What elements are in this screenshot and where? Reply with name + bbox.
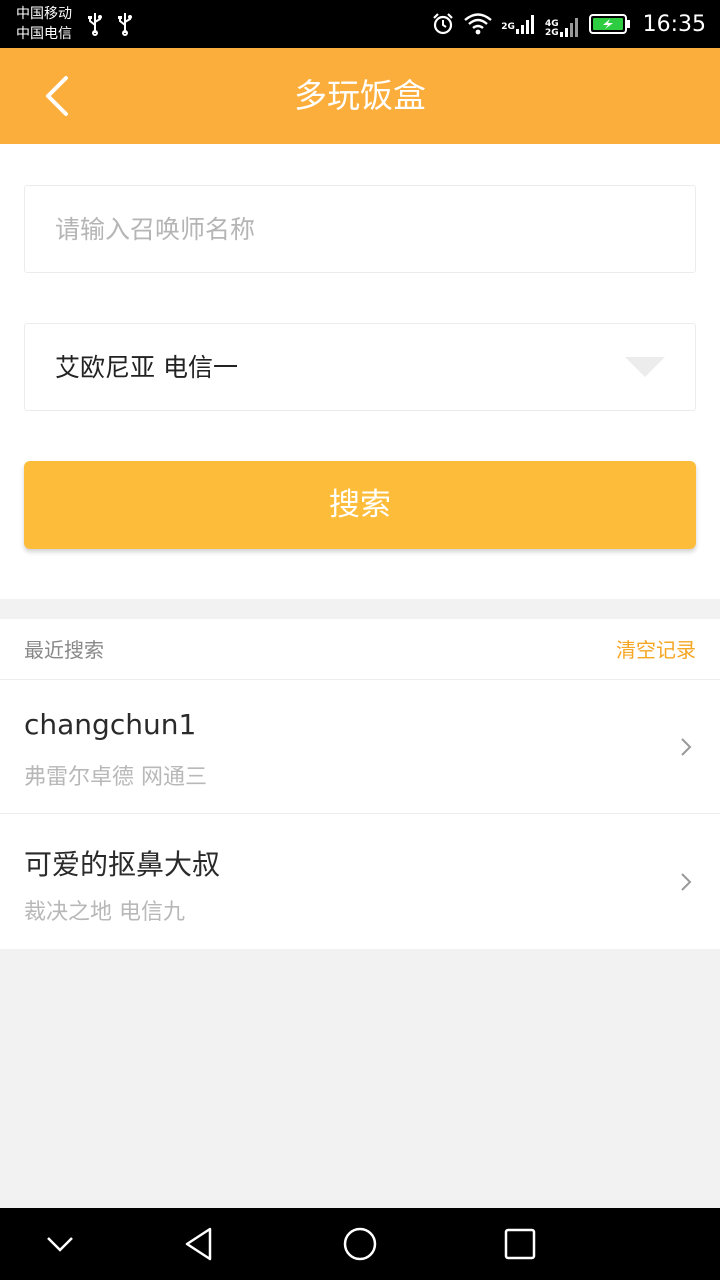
chevron-right-icon — [681, 873, 692, 891]
dropdown-arrow-icon — [625, 357, 665, 377]
carrier-info: 中国移动 中国电信 — [16, 4, 72, 44]
server-selected-value: 艾欧尼亚 电信一 — [55, 353, 238, 382]
network-type-label: 2G — [501, 22, 515, 32]
search-button[interactable]: 搜索 — [24, 461, 696, 549]
app-bar: 多玩饭盒 — [0, 48, 720, 144]
status-icons: 2G 4G 2G 16:35 — [431, 0, 706, 48]
signal-icon — [559, 18, 578, 37]
list-item[interactable]: changchun1 弗雷尔卓德 网通三 — [0, 680, 720, 814]
status-bar: 中国移动 中国电信 2G 4G 2G 16:35 — [0, 0, 720, 48]
recent-searches: 最近搜索 清空记录 changchun1 弗雷尔卓德 网通三 可爱的抠鼻大叔 裁… — [0, 619, 720, 949]
page-title: 多玩饭盒 — [294, 76, 426, 115]
network-type-stack: 4G 2G — [545, 20, 559, 38]
usb-icon — [88, 13, 102, 36]
summoner-name-field[interactable] — [24, 185, 696, 273]
signal-icon — [515, 15, 534, 34]
search-form: 艾欧尼亚 电信一 搜索 — [0, 144, 720, 599]
alarm-icon — [433, 13, 454, 35]
history-item-server: 弗雷尔卓德 网通三 — [24, 765, 207, 790]
summoner-name-input[interactable] — [25, 186, 695, 272]
carrier-1-label: 中国移动 — [16, 6, 72, 22]
signal-2: 4G 2G — [545, 10, 581, 38]
history-item-name: 可爱的抠鼻大叔 — [24, 848, 221, 881]
list-item[interactable]: 可爱的抠鼻大叔 裁决之地 电信九 — [0, 815, 720, 949]
system-nav-bar — [0, 1208, 720, 1280]
recent-header: 最近搜索 清空记录 — [0, 619, 720, 680]
recents-square-icon[interactable] — [500, 1224, 540, 1264]
chevron-right-icon — [681, 738, 692, 756]
back-triangle-icon[interactable] — [180, 1224, 220, 1264]
clear-history-button[interactable]: 清空记录 — [616, 619, 696, 681]
battery-charging-icon — [588, 14, 630, 34]
wifi-icon — [464, 13, 493, 35]
usb-icon — [118, 13, 132, 36]
recent-title: 最近搜索 — [24, 638, 104, 662]
history-item-name: changchun1 — [24, 708, 197, 741]
home-circle-icon[interactable] — [340, 1224, 380, 1264]
history-item-server: 裁决之地 电信九 — [24, 900, 185, 925]
carrier-2-label: 中国电信 — [16, 26, 72, 42]
signal-1: 2G — [501, 13, 537, 35]
server-select[interactable]: 艾欧尼亚 电信一 — [24, 323, 696, 411]
clock: 16:35 — [642, 11, 706, 37]
collapse-icon[interactable] — [40, 1224, 80, 1264]
network-type-label: 2G — [544, 28, 559, 38]
